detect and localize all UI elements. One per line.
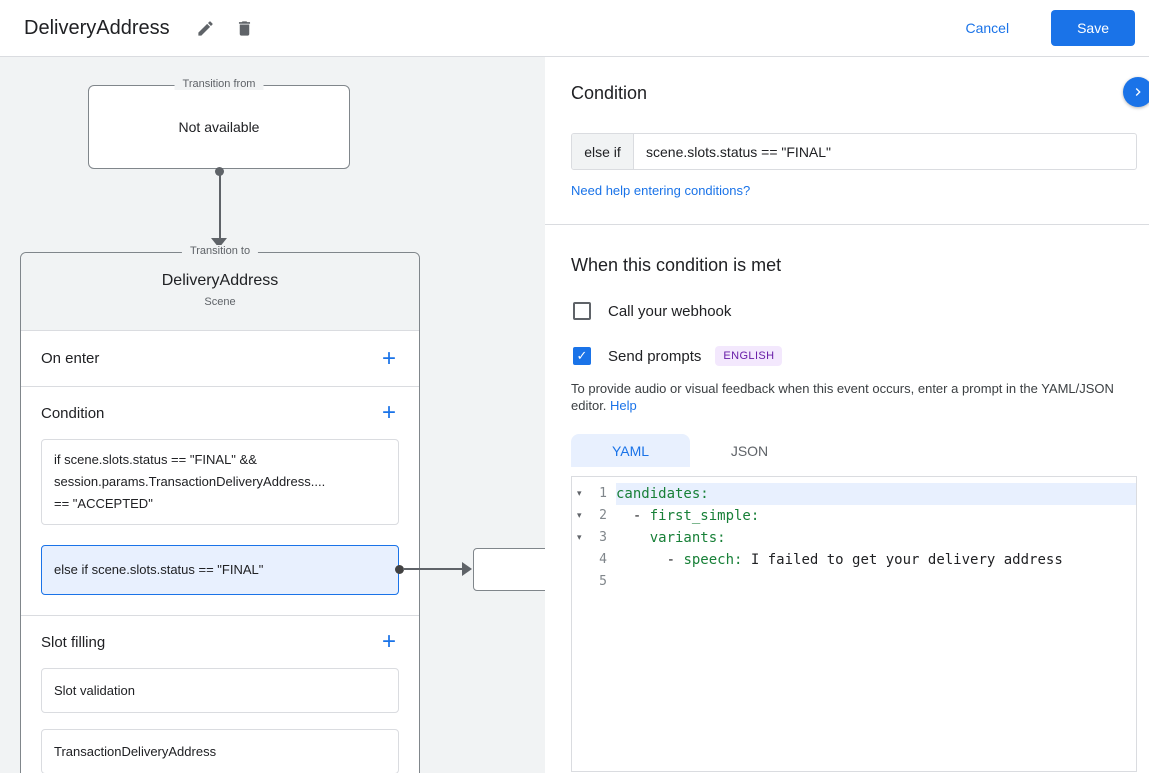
- code-line[interactable]: candidates:: [616, 483, 1136, 505]
- scene-card-header: DeliveryAddress Scene: [21, 253, 419, 331]
- section-divider: [545, 224, 1149, 225]
- condition-item-selected[interactable]: else if scene.slots.status == "FINAL": [41, 545, 399, 595]
- line-number: 2: [599, 508, 607, 523]
- condition-detail-panel: Condition else if scene.slots.status == …: [545, 57, 1149, 773]
- chevron-right-icon: [1135, 88, 1141, 96]
- code-value: I failed to get your delivery address: [742, 552, 1063, 568]
- connector-line: [403, 568, 464, 570]
- code-key: variants:: [649, 530, 726, 546]
- delete-icon[interactable]: [229, 13, 260, 44]
- slot-filling-head: Slot filling +: [21, 616, 419, 668]
- webhook-row: Call your webhook: [573, 302, 1149, 320]
- add-on-enter-button[interactable]: +: [373, 343, 405, 375]
- condition-prefix-label: else if: [572, 134, 634, 169]
- flow-line: [219, 174, 221, 238]
- page-title: DeliveryAddress: [24, 16, 170, 39]
- prompt-description: To provide audio or visual feedback when…: [571, 380, 1127, 414]
- send-prompts-checkbox[interactable]: ✓: [573, 347, 591, 365]
- panel-header: Condition: [571, 77, 1149, 107]
- edit-icon[interactable]: [190, 13, 221, 44]
- prompt-description-text: To provide audio or visual feedback when…: [571, 381, 1114, 413]
- transition-to-label: Transition to: [181, 245, 259, 257]
- pencil-icon: [197, 20, 213, 36]
- transition-from-label: Transition from: [174, 78, 264, 90]
- webhook-label[interactable]: Call your webhook: [608, 303, 731, 320]
- diagram-panel: Transition from Not available Transition…: [0, 57, 545, 773]
- code-line[interactable]: - first_simple:: [616, 505, 1136, 527]
- line-number: 1: [599, 486, 607, 501]
- yaml-editor[interactable]: ▾ 1 candidates: ▾ 2 - first_simple: ▾ 3 …: [571, 476, 1137, 772]
- code-line[interactable]: variants:: [616, 527, 1136, 549]
- slot-item[interactable]: Slot validation: [41, 668, 399, 713]
- slot-filling-title: Slot filling: [41, 633, 106, 651]
- tab-yaml[interactable]: YAML: [571, 434, 690, 467]
- webhook-checkbox[interactable]: [573, 302, 591, 320]
- transition-target-node[interactable]: [473, 548, 545, 591]
- editor-line: 5: [572, 571, 1136, 593]
- send-prompts-row: ✓ Send prompts ENGLISH: [573, 346, 1149, 366]
- fold-icon[interactable]: [572, 571, 588, 593]
- editor-tabs: YAML JSON: [571, 434, 1149, 467]
- condition-section: Condition + if scene.slots.status == "FI…: [21, 387, 419, 616]
- add-slot-button[interactable]: +: [373, 626, 405, 658]
- condition-item[interactable]: if scene.slots.status == "FINAL" && sess…: [41, 439, 399, 525]
- code-line[interactable]: [616, 571, 1136, 593]
- line-number: 5: [599, 574, 607, 589]
- condition-help-link[interactable]: Need help entering conditions?: [571, 183, 750, 198]
- send-prompts-label[interactable]: Send prompts: [608, 348, 701, 365]
- fold-icon[interactable]: ▾: [572, 527, 588, 549]
- transition-from-node: Transition from Not available: [88, 78, 350, 169]
- save-button[interactable]: Save: [1051, 10, 1135, 46]
- scene-type: Scene: [204, 296, 236, 308]
- fold-icon[interactable]: [572, 549, 588, 571]
- collapse-panel-button[interactable]: [1123, 77, 1149, 107]
- panel-title: Condition: [571, 83, 648, 103]
- topbar: DeliveryAddress Cancel Save: [0, 0, 1149, 57]
- transition-from-content: Not available: [178, 119, 260, 135]
- code-key: first_simple:: [649, 508, 760, 524]
- scene-editor-screen: DeliveryAddress Cancel Save Transition f…: [0, 0, 1149, 773]
- editor-line: ▾ 2 - first_simple:: [572, 505, 1136, 527]
- slot-item[interactable]: TransactionDeliveryAddress: [41, 729, 399, 773]
- editor-line: ▾ 1 candidates:: [572, 483, 1136, 505]
- cancel-button[interactable]: Cancel: [959, 19, 1015, 37]
- condition-section-title: Condition: [41, 404, 105, 422]
- add-condition-button[interactable]: +: [373, 397, 405, 429]
- slot-filling-section: Slot filling + Slot validation Transacti…: [21, 616, 419, 773]
- line-number: 4: [599, 552, 607, 567]
- code-line[interactable]: - speech: I failed to get your delivery …: [616, 549, 1136, 571]
- code-indent: -: [616, 552, 684, 568]
- when-met-title: When this condition is met: [571, 255, 782, 275]
- editor-line: ▾ 3 variants:: [572, 527, 1136, 549]
- condition-section-head: Condition +: [21, 387, 419, 439]
- scene-card: Transition to DeliveryAddress Scene On e…: [20, 245, 420, 773]
- code-key: candidates:: [616, 486, 709, 502]
- language-badge: ENGLISH: [715, 346, 783, 366]
- tab-json[interactable]: JSON: [690, 434, 809, 467]
- on-enter-title: On enter: [41, 350, 100, 367]
- condition-input-row: else if scene.slots.status == "FINAL": [571, 133, 1137, 170]
- fold-icon[interactable]: ▾: [572, 505, 588, 527]
- scene-name: DeliveryAddress: [161, 272, 279, 289]
- condition-help-row: Need help entering conditions?: [571, 182, 1149, 200]
- trash-icon: [238, 20, 250, 36]
- on-enter-section: On enter +: [21, 331, 419, 387]
- fold-icon[interactable]: ▾: [572, 483, 588, 505]
- help-link[interactable]: Help: [610, 398, 637, 413]
- code-indent: -: [616, 508, 650, 524]
- condition-expression-input[interactable]: scene.slots.status == "FINAL": [634, 134, 1136, 169]
- editor-line: 4 - speech: I failed to get your deliver…: [572, 549, 1136, 571]
- connector-arrowhead-icon: [462, 562, 472, 576]
- code-key: speech:: [683, 552, 743, 568]
- line-number: 3: [599, 530, 607, 545]
